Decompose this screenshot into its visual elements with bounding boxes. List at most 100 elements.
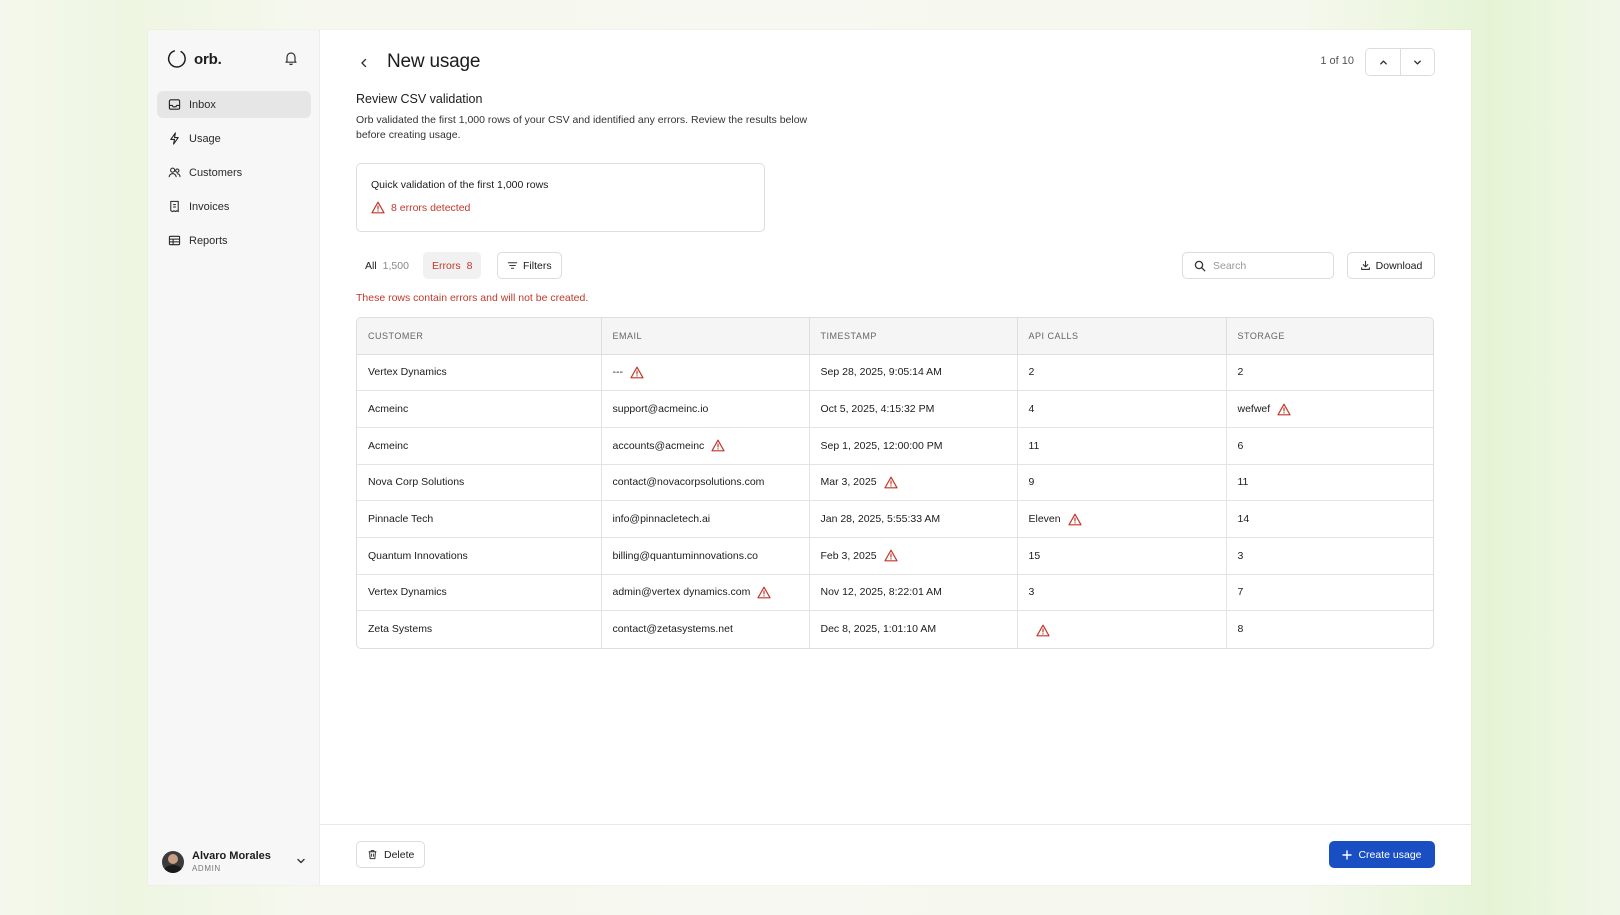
cell-value: Zeta Systems: [368, 623, 433, 636]
cell-value: 2: [1237, 366, 1244, 379]
table-row[interactable]: Nova Corp Solutions contact@novacorpsolut…: [357, 464, 1433, 502]
warning-icon[interactable]: [1068, 513, 1082, 526]
cell-value: Mar 3, 2025: [820, 476, 877, 489]
cell-value: Feb 3, 2025: [820, 549, 877, 562]
cell-content: 2: [1238, 366, 1244, 378]
user-menu[interactable]: Alvaro Morales ADMIN: [162, 850, 307, 873]
table-row[interactable]: Pinnacle Tech info@pinnacletech.ai Jan 28,…: [357, 500, 1433, 538]
cell-value: Dec 8, 2025, 1:01:10 AM: [820, 623, 937, 636]
sidebar-item-invoices[interactable]: Invoices: [157, 193, 311, 220]
cell-value: 6: [1237, 439, 1244, 452]
tab-errors[interactable]: Errors 8: [423, 252, 482, 279]
cell-value: Nov 12, 2025, 8:22:01 AM: [820, 586, 942, 599]
receipt-icon: [170, 200, 179, 213]
cell-content: Nov 12, 2025, 8:22:01 AM: [821, 586, 942, 598]
cell-value: 4: [1028, 403, 1035, 416]
warning-icon[interactable]: [630, 366, 644, 379]
sidebar-item-customers[interactable]: Customers: [157, 159, 311, 186]
cell-value: Jan 28, 2025, 5:55:33 AM: [820, 513, 941, 526]
download-button[interactable]: Download: [1347, 252, 1435, 279]
cell-email: ---: [601, 354, 810, 392]
cell-customer: Zeta Systems: [357, 610, 602, 648]
cell-content: Quantum Innovations: [368, 550, 468, 562]
table-row[interactable]: Vertex Dynamics admin@vertex dynamics.com…: [357, 574, 1433, 612]
search-box[interactable]: [1182, 252, 1334, 279]
delete-button[interactable]: Delete: [356, 841, 426, 868]
validation-title: Quick validation of the first 1,000 rows: [371, 179, 549, 191]
trash-icon: [368, 850, 377, 860]
warning-icon[interactable]: [883, 476, 898, 489]
sidebar-item-inbox[interactable]: Inbox: [157, 91, 311, 118]
cell-content: 3: [1238, 550, 1244, 562]
table-row[interactable]: Zeta Systems contact@zetasystems.net Dec 8…: [357, 610, 1433, 648]
back-button[interactable]: [355, 54, 373, 72]
cell-value: Vertex Dynamics: [368, 586, 447, 599]
avatar: [162, 850, 184, 873]
cell-value: wefwef: [1237, 403, 1271, 416]
errors-detected-text: 8 errors detected: [391, 201, 471, 214]
previous-button[interactable]: [1366, 49, 1400, 75]
cell-storage: 3: [1226, 537, 1433, 575]
brand[interactable]: orb.: [166, 48, 222, 70]
cell-content: Nova Corp Solutions: [368, 476, 464, 488]
cell-content: 8: [1238, 623, 1244, 635]
tab-errors-label: Errors: [432, 259, 461, 272]
cell-email: support@acmeinc.io: [601, 390, 810, 428]
sidebar-item-label: Invoices: [189, 200, 230, 213]
lightning-icon: [170, 132, 179, 145]
column-header-customer[interactable]: CUSTOMER: [357, 318, 602, 355]
table-toolbar: All 1,500 Errors 8 Filters Search Downlo…: [356, 252, 1435, 280]
cell-content: 9: [1029, 476, 1035, 488]
filter-icon: [507, 262, 518, 269]
search-input[interactable]: [1213, 259, 1323, 272]
cell-value: 3: [1237, 549, 1244, 562]
cell-content: Mar 3, 2025: [821, 476, 898, 489]
warning-icon[interactable]: [1277, 403, 1291, 416]
download-label: Download: [1375, 259, 1423, 272]
cell-value: 9: [1028, 476, 1035, 489]
warning-icon[interactable]: [1035, 624, 1050, 637]
sidebar-item-usage[interactable]: Usage: [157, 125, 311, 152]
app-window: orb. Inbox Usage Customers Invoices Repo…: [148, 30, 1471, 885]
table-row[interactable]: Vertex Dynamics --- Sep 28, 2025, 9:05:14 …: [357, 354, 1433, 392]
cell-storage: wefwef: [1226, 390, 1433, 428]
orb-logo-icon: [167, 50, 186, 68]
cell-api-calls: [1017, 610, 1227, 648]
cell-content: Zeta Systems: [368, 623, 432, 635]
cell-content: 2: [1029, 366, 1035, 378]
table-icon: [168, 235, 181, 246]
cell-content: 3: [1029, 586, 1035, 598]
cell-api-calls: Eleven: [1017, 500, 1227, 538]
create-usage-button[interactable]: Create usage: [1329, 841, 1435, 868]
validation-card: Quick validation of the first 1,000 rows…: [356, 163, 765, 232]
cell-content: Acmeinc: [368, 403, 408, 415]
cell-value: Vertex Dynamics: [368, 366, 447, 379]
chevron-down-icon: [1414, 59, 1421, 65]
cell-content: admin@vertex dynamics.com: [613, 586, 772, 599]
cell-email: accounts@acmeinc: [601, 427, 810, 465]
warning-icon[interactable]: [757, 586, 771, 599]
cell-content: Dec 8, 2025, 1:01:10 AM: [821, 623, 937, 635]
warning-icon[interactable]: [711, 439, 725, 452]
cell-value: contact@novacorpsolutions.com: [612, 476, 765, 489]
cell-timestamp: Oct 5, 2025, 4:15:32 PM: [809, 390, 1018, 428]
column-header-api-calls[interactable]: API CALLS: [1017, 318, 1227, 355]
filters-label: Filters: [523, 259, 552, 272]
table-row[interactable]: Acmeinc support@acmeinc.io Oct 5, 2025, 4:…: [357, 390, 1433, 428]
column-header-storage[interactable]: STORAGE: [1226, 318, 1433, 355]
table-row[interactable]: Quantum Innovations billing@quantuminnova…: [357, 537, 1433, 575]
table-row[interactable]: Acmeinc accounts@acmeinc Sep 1, 2025, 12:0…: [357, 427, 1433, 465]
filters-button[interactable]: Filters: [497, 252, 562, 279]
chevron-down-icon[interactable]: [295, 855, 307, 867]
cell-content: Pinnacle Tech: [368, 513, 433, 525]
column-header-timestamp[interactable]: TIMESTAMP: [809, 318, 1018, 355]
user-role: ADMIN: [192, 864, 221, 873]
sidebar-item-reports[interactable]: Reports: [157, 227, 311, 254]
cell-api-calls: 11: [1017, 427, 1227, 465]
column-header-email[interactable]: EMAIL: [601, 318, 810, 355]
tab-all[interactable]: All 1,500: [356, 252, 418, 279]
bell-icon[interactable]: [283, 50, 299, 66]
next-button[interactable]: [1400, 49, 1434, 75]
cell-value: accounts@acmeinc: [612, 439, 705, 452]
warning-icon[interactable]: [883, 549, 898, 562]
